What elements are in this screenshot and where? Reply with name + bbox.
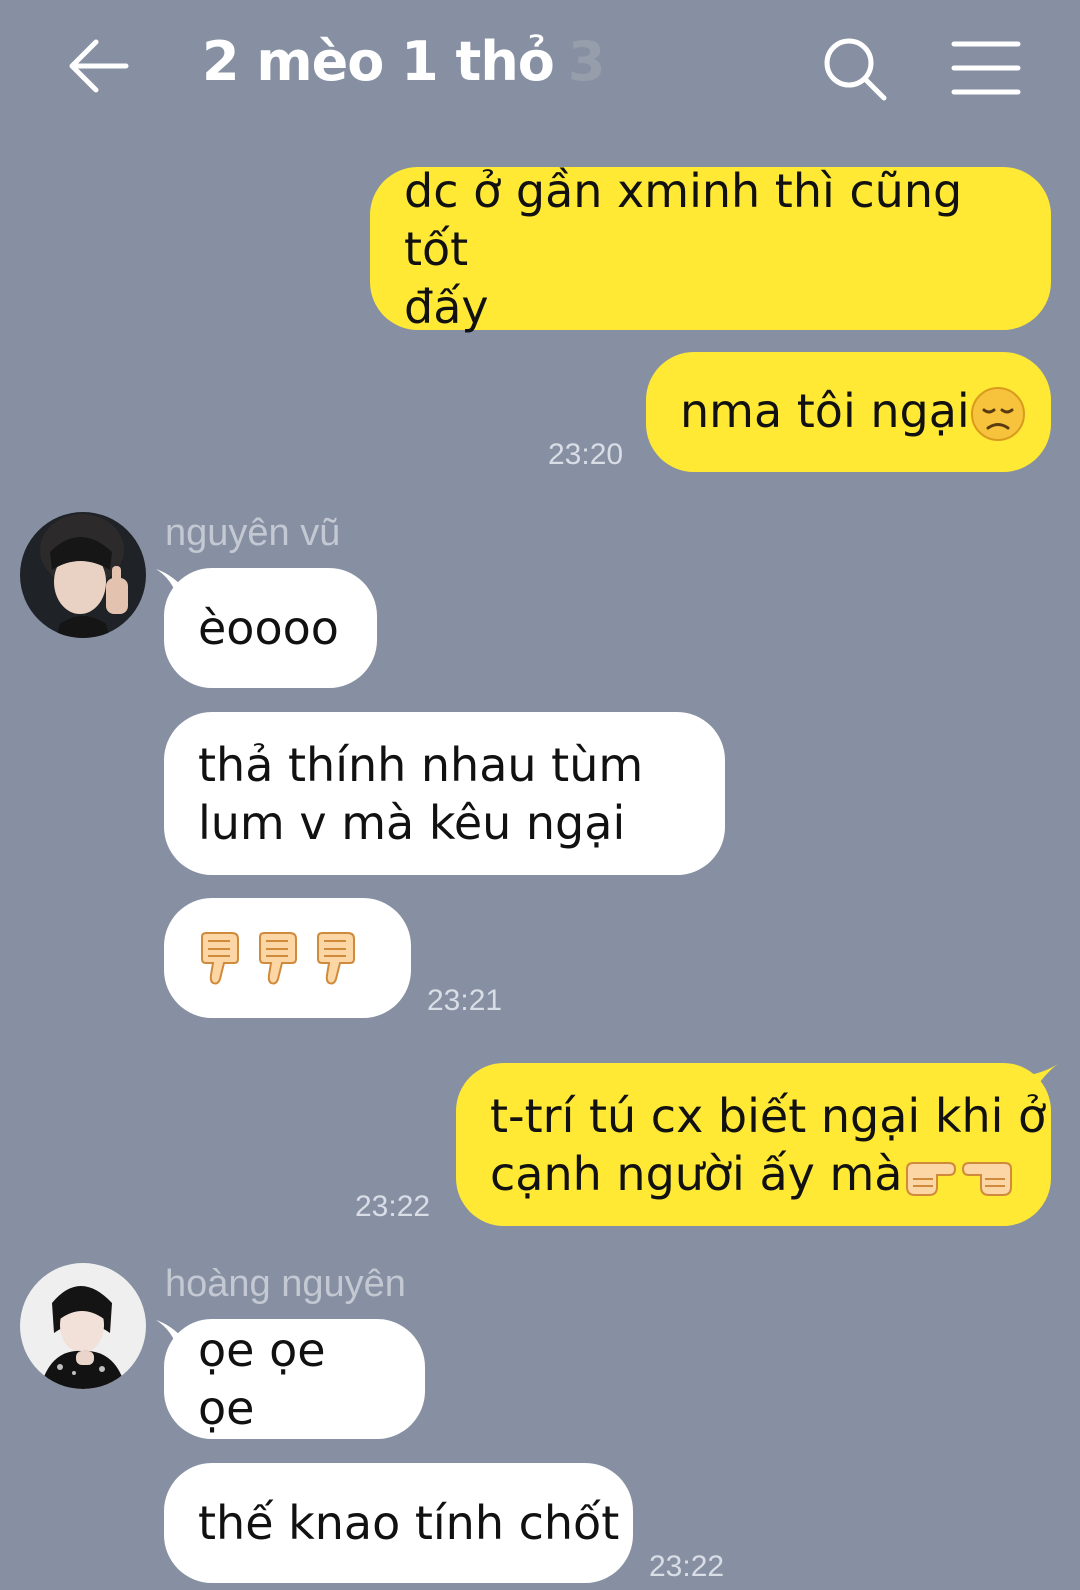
message-bubble-incoming[interactable]: ọe ọe ọe — [164, 1319, 425, 1439]
message-time: 23:20 — [548, 438, 624, 471]
message-bubble-incoming[interactable] — [164, 898, 411, 1018]
message-time: 23:21 — [427, 984, 503, 1017]
message-bubble-incoming[interactable]: thả thính nhau tùm lum v mà kêu ngại — [164, 712, 725, 875]
avatar-hoang-nguyen[interactable] — [20, 1263, 146, 1389]
message-bubble-incoming[interactable]: thế knao tính chốt — [164, 1463, 633, 1583]
thumbs-down-icon — [317, 932, 355, 985]
sender-name: hoàng nguyên — [165, 1263, 406, 1305]
message-bubble-outgoing[interactable]: dc ở gần xminh thì cũng tốt đấy — [370, 164, 1051, 334]
chat-title-text: 2 mèo 1 thỏ — [202, 30, 555, 93]
message-text: ọe ọe ọe — [198, 1323, 326, 1435]
menu-icon[interactable] — [950, 38, 1022, 98]
thumbs-down-icon — [259, 932, 297, 985]
message-text: thả thính nhau tùm lum v mà kêu ngại — [198, 737, 644, 850]
chat-title: 2 mèo 1 thỏ 3 — [202, 30, 606, 93]
message-text: thế knao tính chốt — [198, 1496, 620, 1550]
message-bubble-outgoing[interactable]: t-trí tú cx biết ngại khi ở cạnh người ấy… — [456, 1063, 1051, 1226]
message-emoji-row — [198, 929, 358, 987]
search-icon[interactable] — [822, 36, 888, 102]
member-count: 3 — [567, 30, 606, 93]
message-text: nma tôi ngại — [680, 382, 1026, 443]
back-arrow-icon[interactable] — [66, 36, 130, 96]
pointing-left-hand-icon — [961, 1162, 1012, 1196]
message-text: èoooo — [198, 601, 339, 655]
message-bubble-incoming[interactable]: èoooo — [164, 568, 377, 688]
message-text: t-trí tú cx biết ngại khi ở cạnh người ấy… — [490, 1088, 1047, 1201]
message-time: 23:22 — [649, 1550, 725, 1583]
message-time: 23:22 — [355, 1190, 431, 1223]
message-text: dc ở gần xminh thì cũng tốt đấy — [404, 163, 963, 334]
avatar-nguyen-vu[interactable] — [20, 512, 146, 638]
pointing-right-hand-icon — [905, 1162, 956, 1196]
sender-name: nguyên vũ — [165, 512, 341, 554]
disappointed-face-icon — [970, 387, 1025, 442]
thumbs-down-icon — [201, 932, 239, 985]
message-bubble-outgoing[interactable]: nma tôi ngại — [646, 352, 1051, 472]
